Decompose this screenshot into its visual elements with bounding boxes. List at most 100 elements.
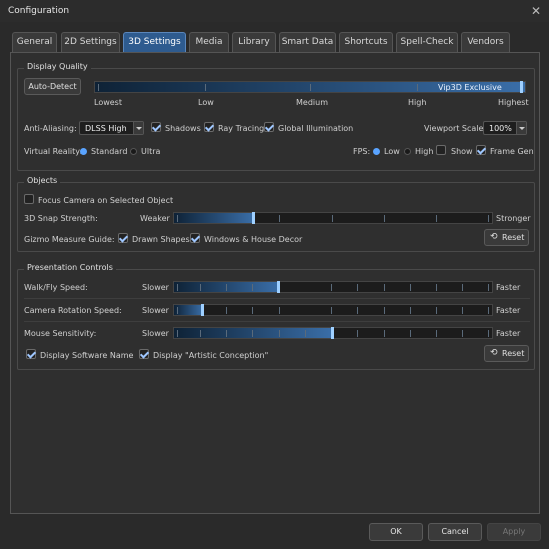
viewport-scale-label: Viewport Scale: — [424, 124, 487, 133]
slider-tick — [488, 215, 489, 222]
global-illumination-checkbox[interactable] — [264, 122, 274, 132]
shadows-checkbox[interactable] — [151, 122, 161, 132]
frame-gen-checkbox[interactable] — [476, 145, 486, 155]
tab-spell-check[interactable]: Spell-Check — [396, 32, 458, 52]
snap-min-label: Weaker — [140, 214, 170, 223]
display-software-name-checkbox[interactable] — [26, 349, 36, 359]
display-quality-slider[interactable]: Vip3D Exclusive — [94, 81, 526, 93]
slider-tick — [200, 284, 201, 291]
row-divider — [24, 298, 530, 299]
focus-camera-checkbox[interactable] — [24, 194, 34, 204]
reset-label: Reset — [502, 349, 525, 358]
row-divider — [24, 321, 530, 322]
close-icon[interactable]: ✕ — [531, 4, 541, 18]
snap-strength-slider[interactable] — [173, 212, 493, 224]
show-label: Show — [451, 147, 473, 156]
slider-tick — [226, 330, 227, 337]
slider-tick — [462, 284, 463, 291]
show-checkbox[interactable] — [436, 145, 446, 155]
fps-label: FPS: — [353, 147, 371, 156]
slider-tick — [357, 284, 358, 291]
camera-rotation-slider[interactable] — [173, 304, 493, 316]
slider-tick — [226, 307, 227, 314]
slider-tick — [384, 215, 385, 222]
slider-tick — [279, 307, 280, 314]
slider-tick — [488, 307, 489, 314]
apply-button[interactable]: Apply — [487, 523, 541, 541]
slider-tick — [357, 307, 358, 314]
slider-tick — [410, 284, 411, 291]
slider-tick — [436, 330, 437, 337]
tab-shortcuts[interactable]: Shortcuts — [339, 32, 393, 52]
scale-label-lowest: Lowest — [94, 98, 122, 107]
display-quality-thumb[interactable] — [520, 81, 523, 93]
ok-button[interactable]: OK — [369, 523, 423, 541]
vr-ultra-radio[interactable] — [130, 148, 137, 155]
walk-speed-label: Walk/Fly Speed: — [24, 283, 88, 292]
slider-tick — [279, 330, 280, 337]
slider-tick — [279, 215, 280, 222]
camera-rotation-fill — [174, 305, 203, 315]
fps-high-radio[interactable] — [404, 148, 411, 155]
presentation-controls-heading: Presentation Controls — [24, 263, 116, 272]
tab-2d-settings[interactable]: 2D Settings — [61, 32, 120, 52]
mouse-sensitivity-slider[interactable] — [173, 327, 493, 339]
slider-tick — [98, 84, 99, 91]
slider-tick — [462, 330, 463, 337]
cancel-button[interactable]: Cancel — [428, 523, 482, 541]
windows-decor-label: Windows & House Decor — [204, 235, 303, 244]
chevron-down-icon[interactable] — [516, 122, 526, 134]
auto-detect-button[interactable]: Auto-Detect — [24, 78, 81, 95]
anti-aliasing-dropdown[interactable]: DLSS High — [79, 121, 144, 135]
reset-icon: ⟲ — [490, 232, 498, 242]
vr-standard-radio[interactable] — [80, 148, 87, 155]
tab-media[interactable]: Media — [189, 32, 229, 52]
slider-tick — [436, 284, 437, 291]
camera-min-label: Slower — [142, 306, 169, 315]
slider-tick — [436, 215, 437, 222]
presentation-controls-group: Presentation Controls Walk/Fly Speed: Sl… — [17, 263, 535, 370]
objects-reset-button[interactable]: ⟲ Reset — [484, 229, 529, 246]
mouse-sensitivity-thumb[interactable] — [331, 327, 334, 339]
slider-tick — [305, 330, 306, 337]
mouse-min-label: Slower — [142, 329, 169, 338]
tab-vendors[interactable]: Vendors — [461, 32, 510, 52]
reset-label: Reset — [502, 233, 525, 242]
settings-panel: Display Quality Auto-Detect Vip3D Exclus… — [10, 52, 540, 514]
display-quality-current-label: Vip3D Exclusive — [438, 83, 502, 92]
display-quality-heading: Display Quality — [24, 62, 91, 71]
ray-tracing-label: Ray Tracing — [218, 124, 265, 133]
viewport-scale-value: 100% — [489, 124, 512, 133]
ray-tracing-checkbox[interactable] — [204, 122, 214, 132]
gizmo-measure-label: Gizmo Measure Guide: — [24, 235, 115, 244]
tab-general[interactable]: General — [12, 32, 57, 52]
slider-tick — [488, 330, 489, 337]
artistic-conception-checkbox[interactable] — [139, 349, 149, 359]
chevron-down-icon[interactable] — [133, 122, 143, 134]
tab-smart-data[interactable]: Smart Data — [279, 32, 336, 52]
drawn-shapes-checkbox[interactable] — [118, 233, 128, 243]
slider-tick — [417, 84, 418, 91]
windows-decor-checkbox[interactable] — [190, 233, 200, 243]
slider-tick — [332, 215, 333, 222]
snap-strength-label: 3D Snap Strength: — [24, 214, 98, 223]
shadows-label: Shadows — [165, 124, 201, 133]
vr-standard-label: Standard — [91, 147, 128, 156]
slider-tick — [177, 330, 178, 337]
presentation-reset-button[interactable]: ⟲ Reset — [484, 345, 529, 362]
slider-tick — [410, 307, 411, 314]
walk-max-label: Faster — [496, 283, 521, 292]
objects-heading: Objects — [24, 176, 61, 185]
walk-min-label: Slower — [142, 283, 169, 292]
vr-ultra-label: Ultra — [141, 147, 161, 156]
tab-library[interactable]: Library — [232, 32, 276, 52]
slider-tick — [357, 330, 358, 337]
reset-icon: ⟲ — [490, 348, 498, 358]
tab-3d-settings[interactable]: 3D Settings — [123, 32, 186, 52]
walk-speed-slider[interactable] — [173, 281, 493, 293]
camera-rotation-thumb[interactable] — [200, 304, 204, 316]
fps-low-radio[interactable] — [373, 148, 380, 155]
snap-strength-thumb[interactable] — [251, 212, 255, 224]
viewport-scale-dropdown[interactable]: 100% — [483, 121, 527, 135]
walk-speed-thumb[interactable] — [276, 281, 280, 293]
